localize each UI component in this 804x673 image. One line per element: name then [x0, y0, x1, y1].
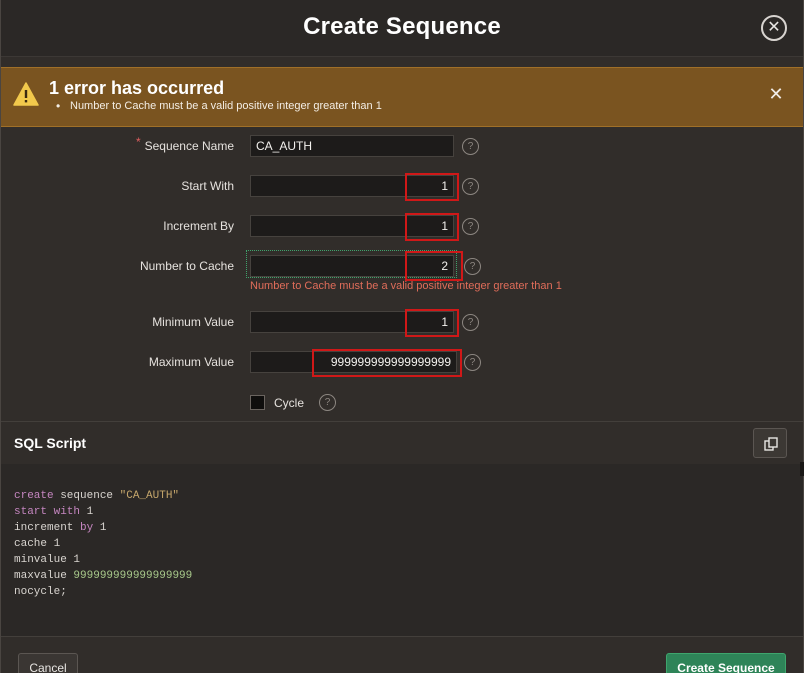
create-sequence-dialog: Create Sequence ✕ 1 error has occurred N… [0, 0, 804, 673]
help-icon[interactable]: ? [462, 218, 479, 235]
cancel-button[interactable]: Cancel [18, 653, 78, 673]
minimum-value-label: Minimum Value [152, 315, 234, 329]
code-text: minvalue 1 [14, 554, 81, 566]
code-text: sequence [53, 490, 120, 502]
warning-icon [13, 82, 39, 106]
code-string: "CA_AUTH" [119, 490, 180, 502]
help-icon[interactable]: ? [319, 394, 336, 411]
help-icon[interactable]: ? [462, 178, 479, 195]
copy-sql-button[interactable] [753, 428, 787, 458]
maximum-value-input[interactable] [250, 351, 457, 373]
sequence-form: * Sequence Name ? Start With ? Increment… [1, 125, 803, 421]
code-number: 999999999999999999 [73, 570, 193, 582]
cycle-checkbox[interactable] [250, 395, 265, 410]
help-icon[interactable]: ? [464, 354, 481, 371]
alert-close-button[interactable]: ✕ [767, 85, 785, 103]
code-line: create sequence "CA_AUTH" [14, 488, 192, 504]
help-icon[interactable]: ? [462, 314, 479, 331]
copy-icon [764, 437, 778, 451]
alert-title: 1 error has occurred [49, 78, 225, 98]
field-error-message: Number to Cache must be a valid positive… [250, 280, 562, 292]
start-with-input[interactable] [250, 175, 454, 197]
alert-message: Number to Cache must be a valid positive… [56, 99, 382, 113]
code-text: 1 [93, 522, 107, 534]
sql-code-block: create sequence "CA_AUTH" start with 1 i… [1, 464, 803, 637]
cycle-label: Cycle [274, 396, 305, 410]
maximum-value-label: Maximum Value [148, 355, 234, 369]
sql-script-header: SQL Script [1, 421, 803, 465]
minimum-value-input[interactable] [250, 311, 454, 333]
increment-by-label: Increment By [163, 219, 234, 233]
dialog-footer: Cancel Create Sequence [1, 637, 803, 673]
number-to-cache-label: Number to Cache [139, 259, 234, 273]
start-with-label: Start With [181, 179, 234, 193]
error-alert: 1 error has occurred Number to Cache mus… [1, 67, 803, 127]
help-icon[interactable]: ? [464, 258, 481, 275]
code-line: nocycle; [14, 584, 192, 600]
create-sequence-button[interactable]: Create Sequence [666, 653, 786, 673]
close-icon: ✕ [767, 19, 781, 36]
number-to-cache-input[interactable] [250, 255, 454, 277]
sql-script-title: SQL Script [14, 435, 87, 451]
code-text: increment [14, 522, 81, 534]
code-text: maxvalue [14, 570, 74, 582]
code-keyword: start with [14, 506, 81, 518]
code-line: cache 1 [14, 536, 192, 552]
help-icon[interactable]: ? [462, 138, 479, 155]
sequence-name-input[interactable] [250, 135, 454, 157]
sequence-name-label: Sequence Name [144, 139, 234, 153]
close-icon: ✕ [768, 84, 784, 104]
code-line: maxvalue 999999999999999999 [14, 568, 192, 584]
code-keyword: by [80, 522, 94, 534]
code-line: increment by 1 [14, 520, 192, 536]
scroll-edge [800, 462, 804, 476]
code-text: 1 [80, 506, 94, 518]
code-text: cache 1 [14, 538, 61, 550]
dialog-title: Create Sequence [303, 13, 501, 40]
code-line: minvalue 1 [14, 552, 192, 568]
code-text: nocycle; [14, 586, 67, 598]
dialog-titlebar: Create Sequence ✕ [1, 0, 803, 57]
code-line: start with 1 [14, 504, 192, 520]
dialog-close-button[interactable]: ✕ [761, 15, 787, 41]
sql-code: create sequence "CA_AUTH" start with 1 i… [14, 488, 192, 600]
increment-by-input[interactable] [250, 215, 454, 237]
code-keyword: create [14, 490, 54, 502]
